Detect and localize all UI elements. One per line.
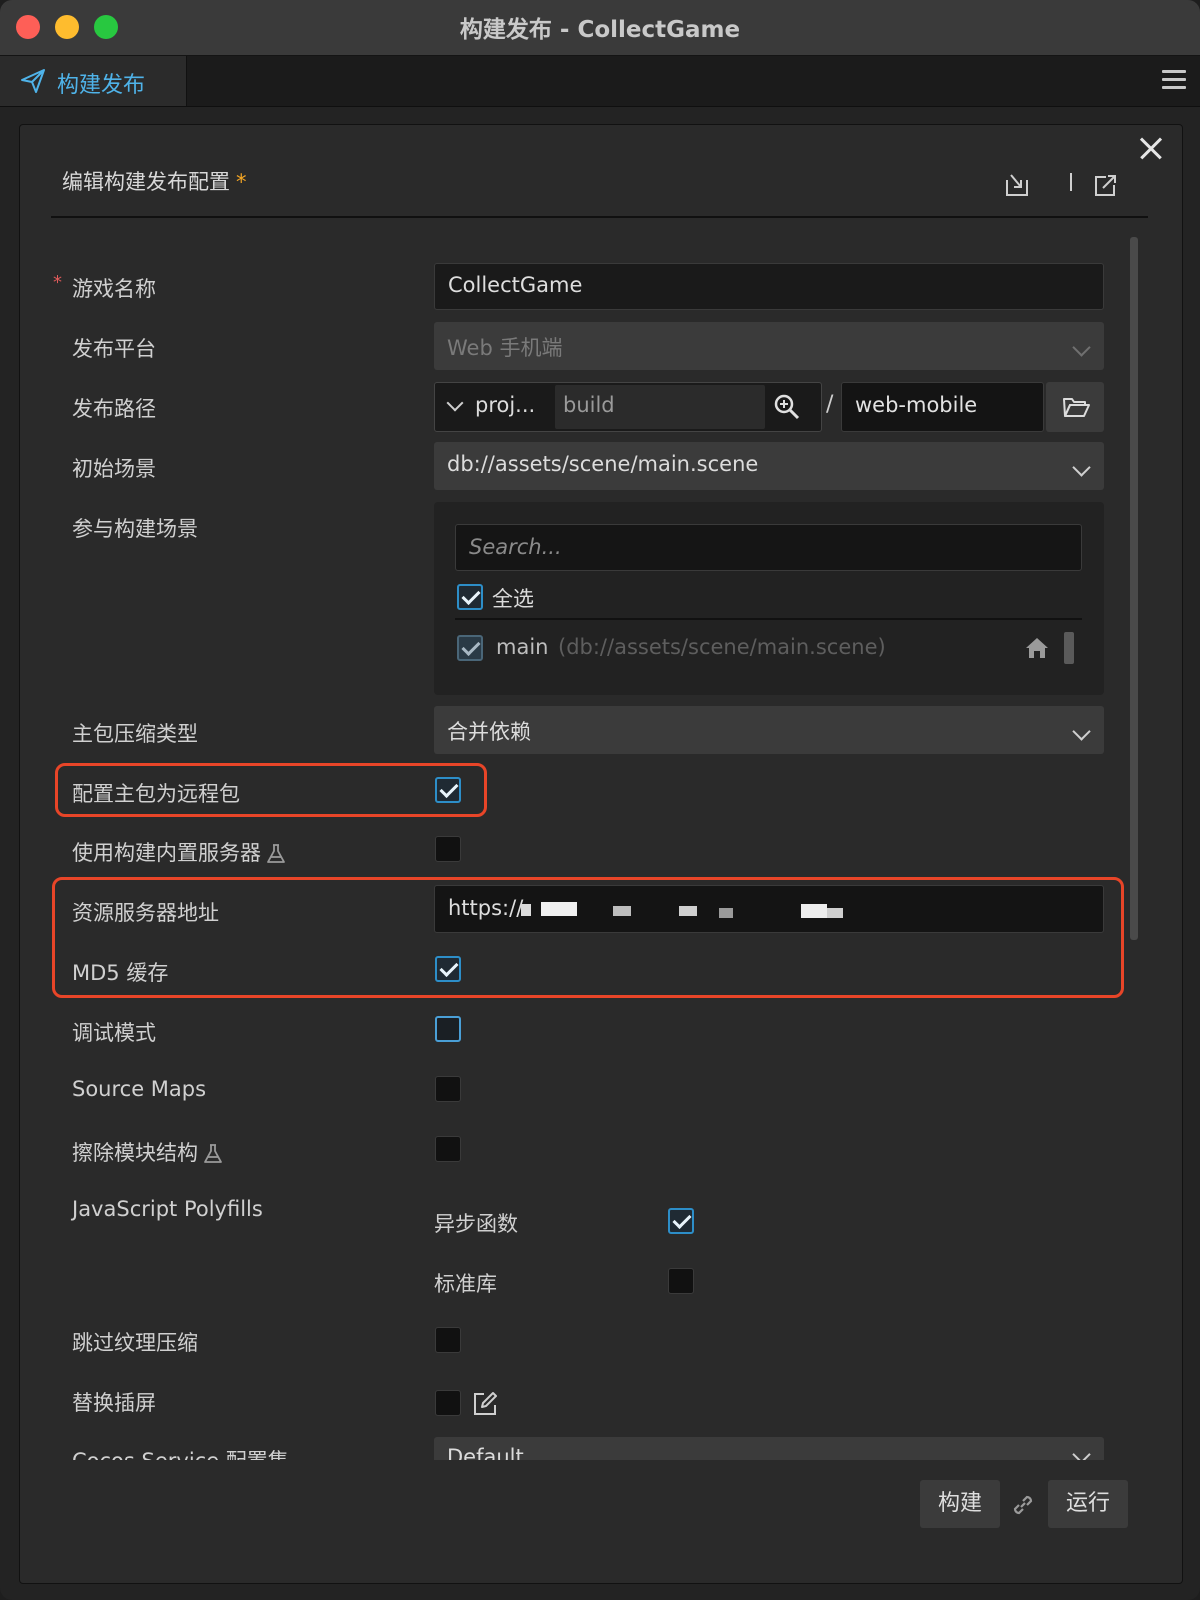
- export-icon[interactable]: [1093, 172, 1119, 198]
- debug-label: 调试模式: [72, 1021, 156, 1045]
- main-remote-checkbox[interactable]: [435, 777, 461, 803]
- skip-texture-label: 跳过纹理压缩: [72, 1331, 198, 1355]
- header-divider: [51, 216, 1148, 218]
- start-scene-label: 初始场景: [72, 457, 156, 481]
- cocos-service-select[interactable]: Default: [434, 1437, 1104, 1460]
- platform-label: 发布平台: [72, 337, 156, 361]
- splash-checkbox[interactable]: [435, 1390, 461, 1416]
- header-separator: [1070, 173, 1072, 191]
- build-path-root-select[interactable]: proj... build: [434, 382, 822, 432]
- home-icon[interactable]: [1024, 636, 1050, 660]
- corejs-checkbox[interactable]: [668, 1268, 694, 1294]
- menu-icon[interactable]: [1162, 70, 1186, 92]
- polyfills-label: JavaScript Polyfills: [72, 1197, 263, 1221]
- open-folder-button[interactable]: [1046, 382, 1104, 432]
- chevron-down-icon: [446, 394, 464, 412]
- erase-modules-checkbox[interactable]: [435, 1136, 461, 1162]
- scene-checkbox[interactable]: [457, 635, 483, 661]
- flask-icon: [267, 844, 285, 863]
- edit-icon[interactable]: [472, 1391, 498, 1417]
- select-all-checkbox[interactable]: [457, 584, 483, 610]
- cocos-service-label: Cocos Service 配置集: [72, 1445, 289, 1460]
- close-icon[interactable]: [1133, 128, 1173, 168]
- tab-bar: 构建发布: [0, 56, 1200, 107]
- scene-list-scrollbar[interactable]: [1064, 632, 1074, 664]
- md5-checkbox[interactable]: [435, 956, 461, 982]
- panel-scrollbar[interactable]: [1130, 237, 1138, 940]
- import-icon[interactable]: [1004, 172, 1030, 198]
- server-url-input[interactable]: https://: [434, 885, 1104, 933]
- build-path-label: 发布路径: [72, 397, 156, 421]
- redacted-url: [521, 900, 861, 920]
- compression-select[interactable]: 合并依赖: [434, 706, 1104, 754]
- corejs-label: 标准库: [434, 1272, 497, 1296]
- target-dir-input[interactable]: web-mobile: [841, 382, 1044, 432]
- select-all-label: 全选: [492, 587, 534, 611]
- path-root-label: proj...: [475, 393, 536, 417]
- async-functions-checkbox[interactable]: [668, 1208, 694, 1234]
- game-name-label: 游戏名称: [72, 277, 156, 301]
- title-bar: 构建发布 - CollectGame: [0, 0, 1200, 56]
- game-name-input[interactable]: CollectGame: [434, 263, 1104, 310]
- scene-path: (db://assets/scene/main.scene): [558, 635, 886, 659]
- build-button[interactable]: 构建: [920, 1480, 1000, 1528]
- build-scenes-label: 参与构建场景: [72, 517, 198, 541]
- compression-label: 主包压缩类型: [72, 722, 198, 746]
- run-button[interactable]: 运行: [1048, 1480, 1128, 1528]
- search-icon[interactable]: [773, 393, 801, 421]
- build-dir-input[interactable]: build: [555, 385, 765, 429]
- server-url-label: 资源服务器地址: [72, 901, 219, 925]
- panel-title: 编辑构建发布配置 *: [62, 170, 247, 194]
- main-remote-label: 配置主包为远程包: [72, 782, 240, 806]
- source-maps-checkbox[interactable]: [435, 1076, 461, 1102]
- platform-select: Web 手机端: [434, 322, 1104, 370]
- scene-search-input[interactable]: Search...: [455, 524, 1082, 571]
- debug-checkbox[interactable]: [435, 1016, 461, 1042]
- splash-label: 替换插屏: [72, 1391, 156, 1415]
- scene-list-box: Search... 全选 main (db://assets/scene/mai…: [434, 502, 1104, 695]
- path-separator: /: [826, 392, 834, 417]
- scene-list-divider: [455, 618, 1082, 620]
- start-scene-select[interactable]: db://assets/scene/main.scene: [434, 442, 1104, 490]
- chevron-down-icon: [1072, 458, 1091, 477]
- source-maps-label: Source Maps: [72, 1077, 207, 1101]
- required-marker: *: [53, 272, 62, 293]
- erase-modules-label: 擦除模块结构: [72, 1137, 224, 1167]
- window-title: 构建发布 - CollectGame: [459, 17, 741, 43]
- send-icon: [21, 69, 45, 93]
- md5-label: MD5 缓存: [72, 961, 169, 985]
- builtin-server-label: 使用构建内置服务器: [72, 837, 287, 867]
- flask-icon: [204, 1144, 222, 1163]
- link-icon[interactable]: [1010, 1492, 1036, 1518]
- async-functions-label: 异步函数: [434, 1212, 518, 1236]
- tab-label: 构建发布: [57, 73, 146, 98]
- cocos-service-row: Cocos Service 配置集 Default: [19, 1437, 1159, 1460]
- chevron-down-icon: [1072, 1445, 1091, 1460]
- folder-open-icon: [1063, 398, 1090, 417]
- tab-build-publish[interactable]: 构建发布: [0, 56, 187, 106]
- chevron-down-icon: [1072, 722, 1091, 741]
- builtin-server-checkbox[interactable]: [435, 836, 461, 862]
- skip-texture-checkbox[interactable]: [435, 1327, 461, 1353]
- scene-name: main: [496, 635, 549, 659]
- chevron-down-icon: [1072, 338, 1091, 357]
- app-window: 构建发布 - CollectGame 构建发布 编辑构建发布配置 * * 游戏名称…: [0, 0, 1200, 1600]
